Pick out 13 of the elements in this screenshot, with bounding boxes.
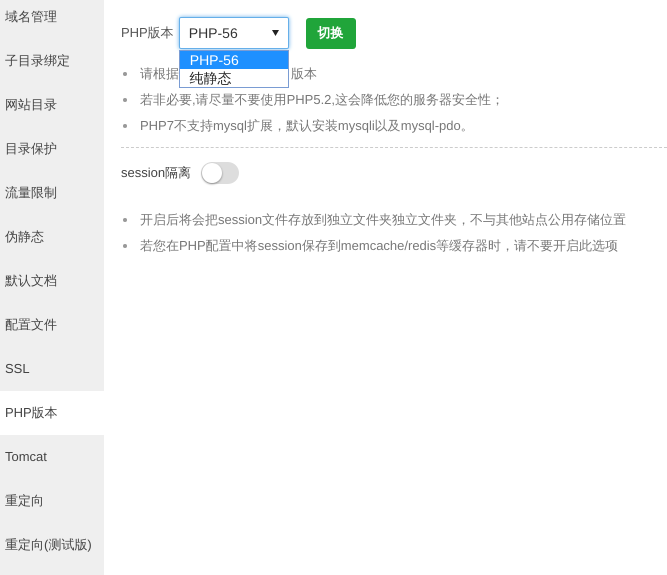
session-label: session隔离 xyxy=(121,164,192,182)
note-text: 版本 xyxy=(291,65,317,84)
php-version-label: PHP版本 xyxy=(121,24,174,42)
dropdown-option[interactable]: 纯静态 xyxy=(180,69,288,87)
sidebar-item[interactable]: PHP版本 xyxy=(0,391,104,435)
version-select[interactable]: PHP-56 xyxy=(178,17,289,49)
note-text: 开启后将会把session文件存放到独立文件夹独立文件夹，不与其他站点公用存储位置 xyxy=(140,211,626,230)
toggle-switch[interactable] xyxy=(201,162,240,184)
note-text: 请根据 xyxy=(140,65,179,84)
note-text: 若非必要,请尽量不要使用PHP5.2,这会降低您的服务器安全性； xyxy=(140,91,504,110)
note-text: PHP7不支持mysql扩展，默认安装mysqli以及mysql-pdo。 xyxy=(140,117,474,136)
caret-icon xyxy=(272,30,279,36)
note-text: 若您在PHP配置中将session保存到memcache/redis等缓存器时，请不要开启此选项 xyxy=(140,237,618,256)
